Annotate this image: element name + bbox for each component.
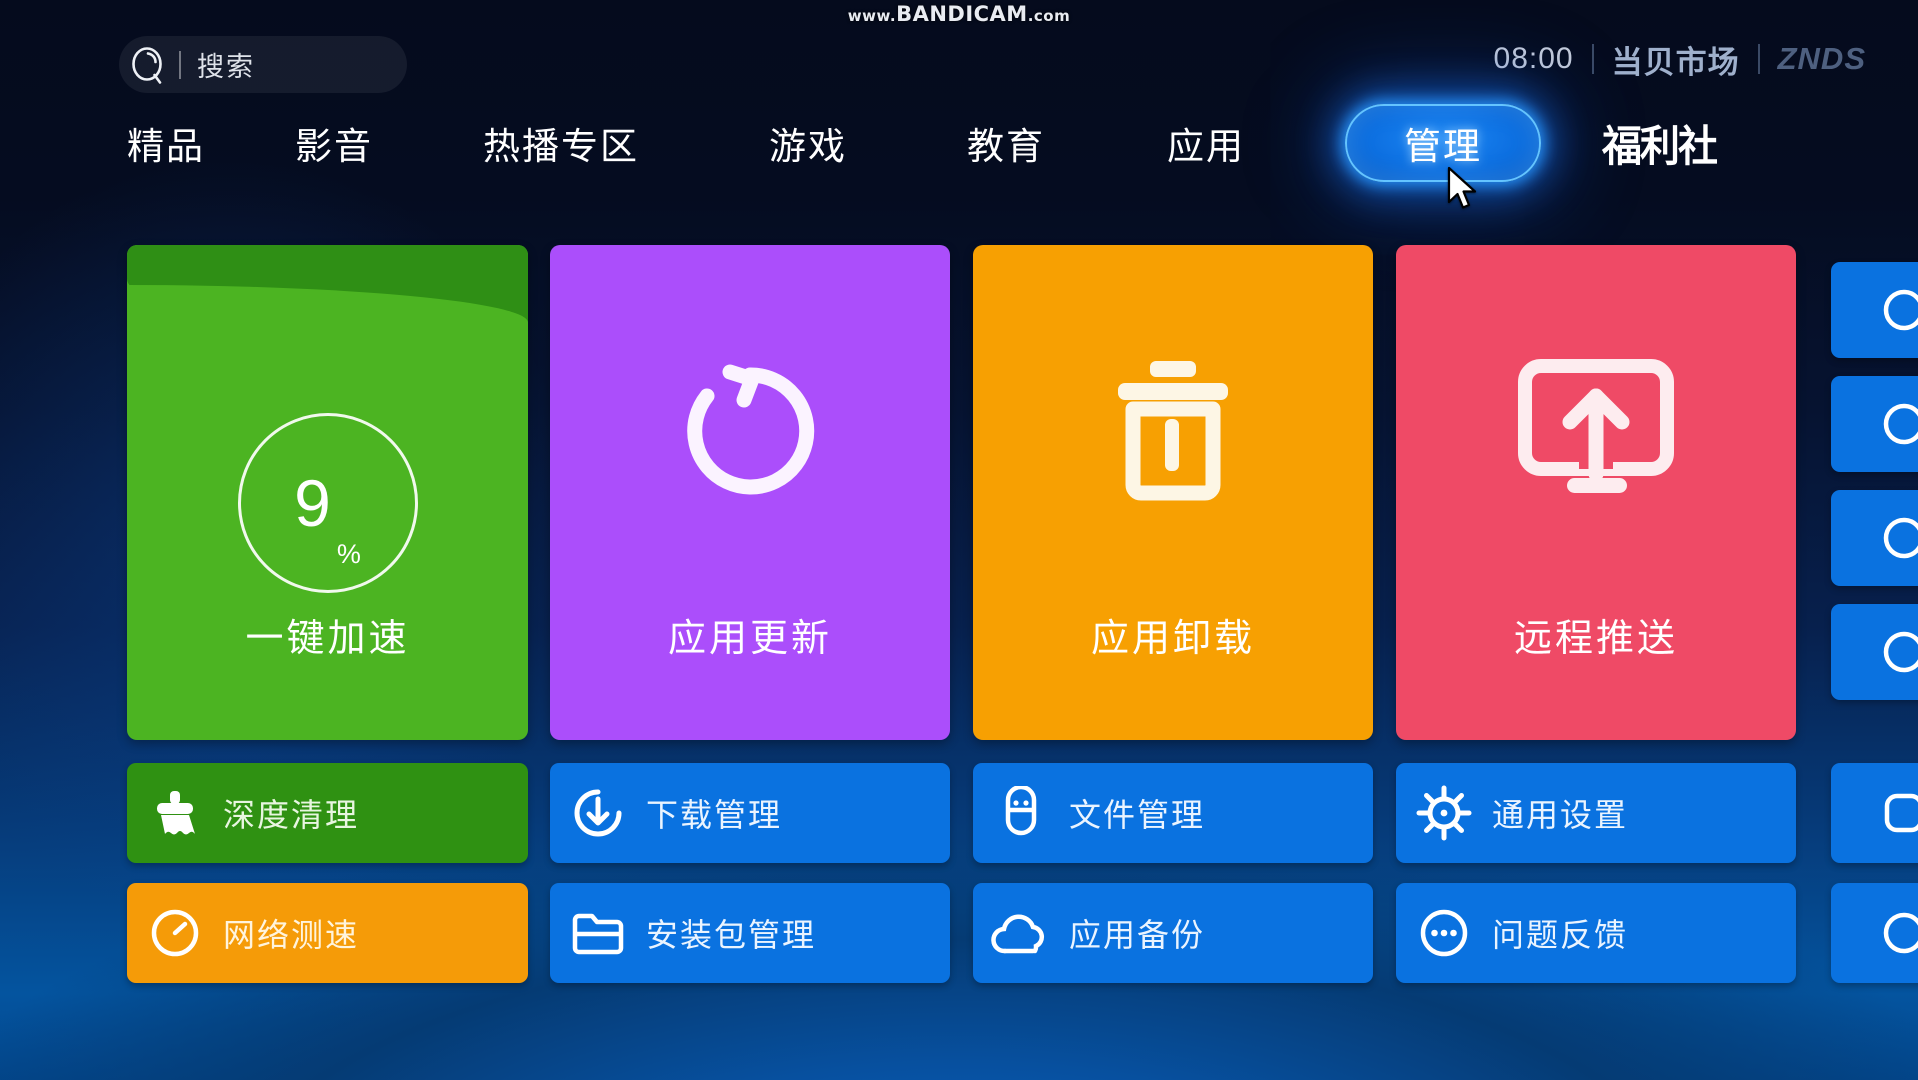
card-label: 应用卸载 [1090,618,1255,660]
partial-icon [1831,515,1918,561]
card-remote-push[interactable]: 远程推送 [1396,245,1796,740]
button-app-backup[interactable]: 应用备份 [973,883,1373,983]
speedometer-icon [127,906,223,960]
content-grid: 9 % 一键加速 应用更新 应用卸载 远程推送 深度清理 下载管理 文件管理 通… [0,0,1918,1080]
gear-icon [1396,785,1492,841]
button-deep-clean[interactable]: 深度清理 [127,763,528,863]
card-label: 远程推送 [1513,618,1678,660]
button-label: 问题反馈 [1492,917,1629,953]
button-label: 文件管理 [1069,797,1206,833]
partial-icon [1831,910,1918,956]
dots-circle-icon [1396,906,1492,960]
partial-icon [1831,629,1918,675]
card-label: 一键加速 [245,618,410,660]
card-one-key-accelerate[interactable]: 9 % 一键加速 [127,245,528,740]
edge-button-4[interactable] [1831,604,1918,700]
refresh-circle-icon [550,341,950,521]
button-label: 深度清理 [223,797,360,833]
card-label: 应用更新 [667,618,832,660]
button-package-manager[interactable]: 安装包管理 [550,883,950,983]
edge-button-1[interactable] [1831,262,1918,358]
button-download-manager[interactable]: 下载管理 [550,763,950,863]
button-general-settings[interactable]: 通用设置 [1396,763,1796,863]
tv-launcher-screen: www.BANDICAM.com 搜索 08:00 当贝市场 ZNDS 精品 影… [0,0,1918,1080]
edge-button-2[interactable] [1831,376,1918,472]
folder-icon [550,908,646,958]
edge-button-3[interactable] [1831,490,1918,586]
usb-drive-icon [973,786,1069,840]
button-file-manager[interactable]: 文件管理 [973,763,1373,863]
accelerate-percent-value: 9 [294,466,331,540]
button-network-speedtest[interactable]: 网络测速 [127,883,528,983]
button-label: 下载管理 [646,797,783,833]
button-feedback[interactable]: 问题反馈 [1396,883,1796,983]
button-label: 通用设置 [1492,797,1629,833]
edge-button-6[interactable] [1831,883,1918,983]
partial-icon [1831,401,1918,447]
cloud-icon [973,909,1069,957]
partial-icon [1831,790,1918,836]
screen-upload-icon [1396,341,1796,521]
button-label: 网络测速 [223,917,360,953]
button-label: 安装包管理 [646,917,817,953]
download-icon [550,786,646,840]
partial-icon [1831,287,1918,333]
trash-icon [973,341,1373,521]
card-app-update[interactable]: 应用更新 [550,245,950,740]
edge-button-5[interactable] [1831,763,1918,863]
broom-icon [127,786,223,840]
accelerate-percent-unit: % [336,539,361,569]
gauge-ring-icon: 9 % [237,413,418,593]
button-label: 应用备份 [1069,917,1206,953]
card-app-uninstall[interactable]: 应用卸载 [973,245,1373,740]
